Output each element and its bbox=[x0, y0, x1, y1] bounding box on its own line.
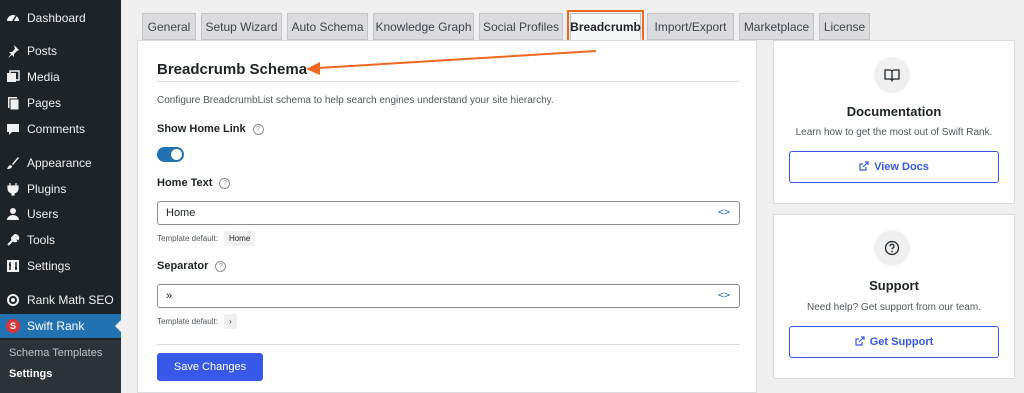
page-title: Breadcrumb Schema bbox=[157, 61, 308, 78]
settings-icon bbox=[6, 259, 20, 273]
home-text-value: Home bbox=[166, 207, 196, 219]
sidebar-item-tools[interactable]: Tools bbox=[0, 228, 121, 252]
question-icon bbox=[874, 230, 910, 266]
documentation-card: Documentation Learn how to get the most … bbox=[773, 40, 1015, 204]
home-text-template-default: Template default: Home bbox=[157, 231, 256, 246]
tab-auto-schema[interactable]: Auto Schema bbox=[287, 13, 368, 40]
field-label: Show Home Link bbox=[157, 123, 246, 135]
separator-value: » bbox=[166, 290, 173, 302]
wrench-icon bbox=[6, 233, 20, 247]
user-icon bbox=[6, 207, 20, 221]
sidebar-item-media[interactable]: Media bbox=[0, 65, 121, 89]
sidebar-item-swift-rank[interactable]: S Swift Rank bbox=[0, 314, 121, 338]
dashboard-icon bbox=[6, 11, 20, 25]
sidebar-item-comments[interactable]: Comments bbox=[0, 117, 121, 141]
sidebar-item-label: Tools bbox=[27, 233, 56, 247]
code-icon[interactable]: <> bbox=[718, 290, 730, 301]
external-link-icon bbox=[855, 335, 865, 349]
field-label: Home Text bbox=[157, 177, 213, 189]
card-description: Need help? Get support from our team. bbox=[807, 302, 981, 313]
show-home-link-label: Show Home Link ? bbox=[157, 123, 264, 135]
card-description: Learn how to get the most out of Swift R… bbox=[795, 127, 993, 138]
sidebar-item-users[interactable]: Users bbox=[0, 202, 121, 226]
tab-import-export[interactable]: Import/Export bbox=[647, 13, 734, 40]
help-icon[interactable]: ? bbox=[219, 177, 231, 189]
sidebar-item-label: Dashboard bbox=[27, 11, 86, 25]
external-link-icon bbox=[859, 160, 869, 174]
tab-license[interactable]: License bbox=[819, 13, 870, 40]
home-text-label: Home Text ? bbox=[157, 177, 231, 189]
sidebar-item-label: Media bbox=[27, 70, 60, 84]
sidebar-item-label: Swift Rank bbox=[27, 319, 85, 333]
sidebar-item-label: Comments bbox=[27, 122, 86, 136]
footer-divider bbox=[157, 344, 740, 345]
help-icon[interactable]: ? bbox=[215, 260, 227, 272]
media-icon bbox=[6, 70, 20, 84]
submenu-item-settings[interactable]: Settings bbox=[0, 364, 121, 384]
rank-math-icon bbox=[6, 293, 20, 307]
title-divider bbox=[157, 81, 739, 82]
sidebar-item-label: Appearance bbox=[27, 156, 92, 170]
button-label: View Docs bbox=[874, 161, 929, 173]
sidebar-item-label: Settings bbox=[27, 259, 71, 273]
plug-icon bbox=[6, 182, 20, 196]
save-changes-button[interactable]: Save Changes bbox=[157, 353, 263, 381]
view-docs-button[interactable]: View Docs bbox=[789, 151, 999, 183]
field-label: Separator bbox=[157, 260, 209, 272]
sidebar-item-pages[interactable]: Pages bbox=[0, 91, 121, 115]
sidebar-item-label: Users bbox=[27, 207, 59, 221]
tab-knowledge-graph[interactable]: Knowledge Graph bbox=[373, 13, 474, 40]
card-title: Documentation bbox=[846, 104, 942, 119]
separator-template-default: Template default: › bbox=[157, 314, 237, 329]
pages-icon bbox=[6, 96, 20, 110]
sidebar-item-label: Rank Math SEO bbox=[27, 293, 114, 307]
help-icon[interactable]: ? bbox=[252, 123, 264, 135]
template-default-chip[interactable]: › bbox=[223, 314, 237, 329]
template-default-label: Template default: bbox=[157, 234, 218, 243]
tab-breadcrumb[interactable]: Breadcrumb bbox=[567, 10, 644, 43]
brush-icon bbox=[6, 156, 20, 170]
home-text-input[interactable]: Home <> bbox=[157, 201, 740, 225]
template-default-label: Template default: bbox=[157, 317, 218, 326]
tab-general[interactable]: General bbox=[142, 13, 196, 40]
sidebar-item-settings[interactable]: Settings bbox=[0, 254, 121, 278]
support-card: Support Need help? Get support from our … bbox=[773, 214, 1015, 379]
separator-label: Separator ? bbox=[157, 260, 227, 272]
show-home-link-toggle[interactable] bbox=[157, 147, 184, 162]
separator-input[interactable]: » <> bbox=[157, 284, 740, 308]
template-default-chip[interactable]: Home bbox=[223, 231, 256, 246]
sidebar-item-dashboard[interactable]: Dashboard bbox=[0, 6, 121, 30]
code-icon[interactable]: <> bbox=[718, 207, 730, 218]
book-icon bbox=[874, 57, 910, 93]
get-support-button[interactable]: Get Support bbox=[789, 326, 999, 358]
tab-setup-wizard[interactable]: Setup Wizard bbox=[201, 13, 282, 40]
submenu-item-schema-templates[interactable]: Schema Templates bbox=[0, 343, 121, 363]
sidebar-item-appearance[interactable]: Appearance bbox=[0, 151, 121, 175]
toggle-knob bbox=[171, 149, 182, 160]
tab-marketplace[interactable]: Marketplace bbox=[739, 13, 814, 40]
sidebar-item-posts[interactable]: Posts bbox=[0, 39, 121, 63]
swift-rank-icon: S bbox=[6, 319, 20, 333]
sidebar-item-label: Pages bbox=[27, 96, 62, 110]
settings-panel: Breadcrumb Schema Configure BreadcrumbLi… bbox=[137, 40, 757, 393]
comment-icon bbox=[6, 122, 20, 136]
button-label: Get Support bbox=[869, 336, 934, 348]
sidebar-item-label: Posts bbox=[27, 44, 58, 58]
tab-social-profiles[interactable]: Social Profiles bbox=[479, 13, 563, 40]
sidebar-item-rank-math[interactable]: Rank Math SEO bbox=[0, 288, 121, 312]
card-title: Support bbox=[869, 278, 919, 293]
admin-sidebar: Dashboard Posts Media Pages Comments App… bbox=[0, 0, 121, 393]
sidebar-item-label: Plugins bbox=[27, 182, 67, 196]
pin-icon bbox=[6, 44, 20, 58]
panel-description: Configure BreadcrumbList schema to help … bbox=[157, 95, 554, 106]
sidebar-item-plugins[interactable]: Plugins bbox=[0, 177, 121, 201]
